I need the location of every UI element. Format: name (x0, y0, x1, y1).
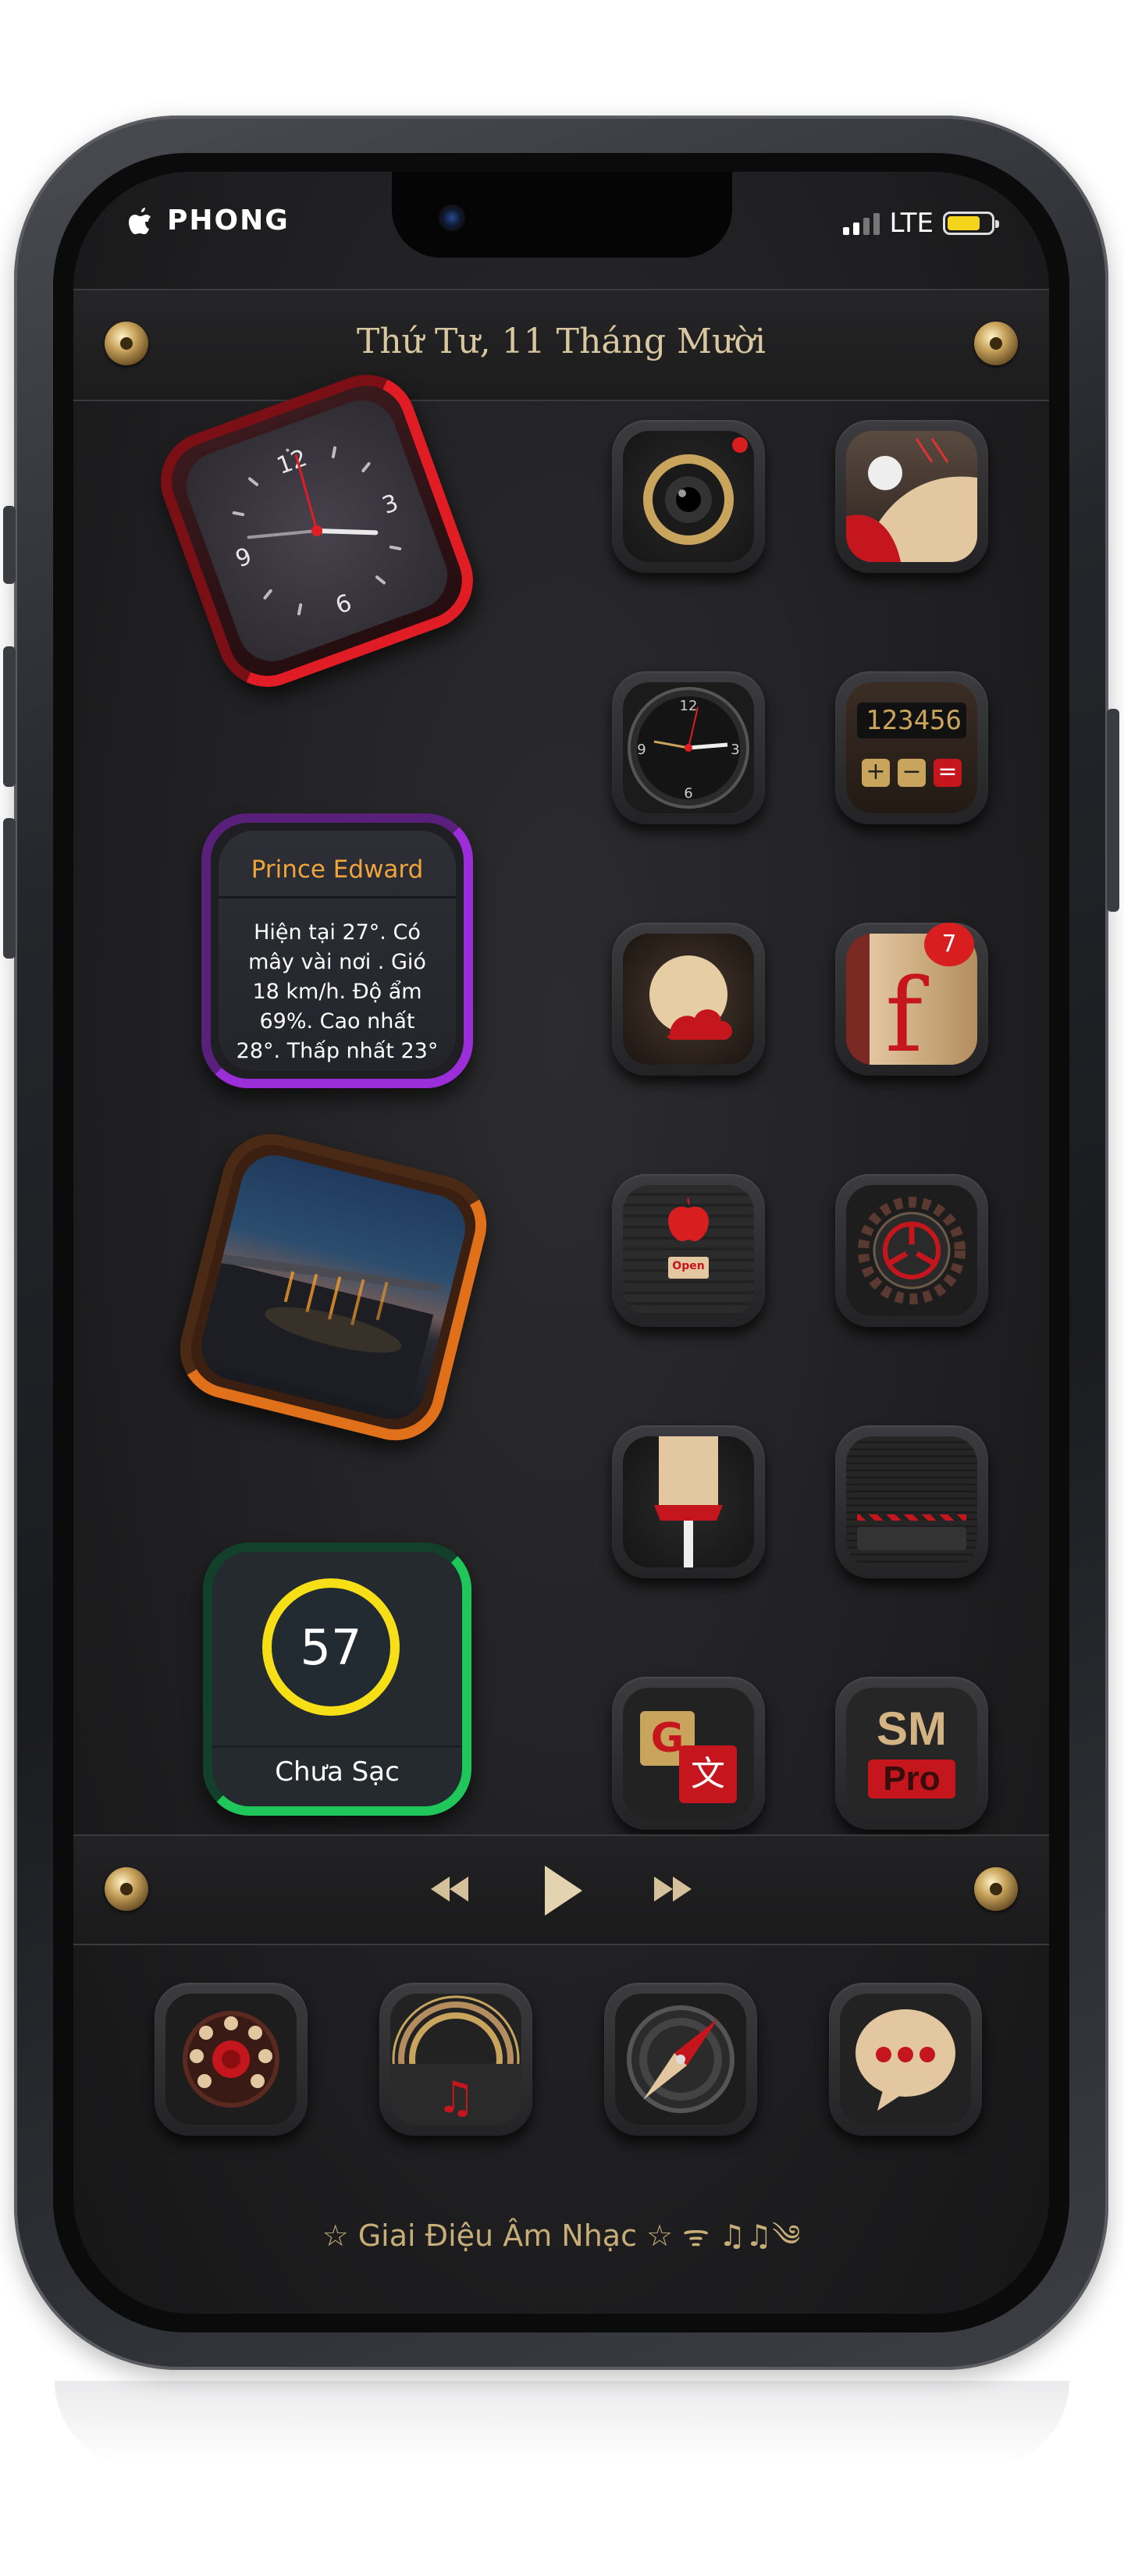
calculator-app[interactable]: 123456 + − = (835, 671, 988, 824)
home-screen: PHONG LTE Thứ Tư, 11 Tháng Mười 12 3 6 9… (73, 172, 1049, 2314)
rivet-icon (974, 1867, 1018, 1911)
paint-brush-icon (623, 1436, 754, 1567)
music-app[interactable]: ♫ (379, 1983, 532, 2136)
weather-app[interactable] (612, 923, 765, 1076)
status-bar-right: LTE (843, 208, 999, 239)
clock-number: 12 (273, 444, 311, 480)
app-store-app[interactable]: Open (612, 1174, 765, 1327)
mute-switch (3, 506, 16, 584)
game-ball-icon (846, 431, 977, 562)
status-bar-left: PHONG (128, 205, 290, 237)
paint-app[interactable] (612, 1425, 765, 1578)
volume-down-button (3, 818, 16, 959)
clock-app[interactable]: 12 3 6 9 (612, 671, 765, 824)
svg-text:♫: ♫ (436, 2073, 475, 2123)
svg-text:9: 9 (637, 742, 646, 758)
translate-icon: G 文 (623, 1688, 754, 1819)
camera-app[interactable] (612, 420, 765, 573)
battery-percentage: 57 (262, 1578, 400, 1716)
clock-number: 6 (332, 589, 355, 620)
settings-gear-icon (846, 1185, 977, 1316)
music-control-bar (73, 1834, 1049, 1945)
calculator-icon: 123456 + − = (846, 682, 977, 813)
apple-logo-icon (129, 207, 151, 234)
volume-up-button (3, 646, 16, 787)
play-icon[interactable] (534, 1859, 589, 1922)
sm-pro-icon: SM Pro (846, 1688, 977, 1819)
sm-pro-app[interactable]: SM Pro (835, 1677, 988, 1830)
facebook-icon: f 7 (846, 923, 977, 1066)
phone-frame: PHONG LTE Thứ Tư, 11 Tháng Mười 12 3 6 9… (3, 116, 1119, 2370)
carrier-name: PHONG (167, 205, 290, 237)
app-store-icon: Open (623, 1185, 754, 1316)
photo-widget[interactable] (169, 1123, 497, 1451)
safari-app[interactable] (604, 1983, 757, 2136)
rivet-icon (105, 1867, 148, 1911)
date-label: Thứ Tư, 11 Tháng Mười (356, 322, 766, 361)
svg-text:3: 3 (731, 742, 739, 758)
phone-reflection (55, 2381, 1069, 2467)
weather-description: Hiện tại 27°. Có mây vài nơi . Gió 18 km… (236, 920, 439, 1063)
video-editor-icon (846, 1436, 977, 1567)
clock-number: 3 (379, 489, 402, 520)
svg-text:12: 12 (680, 698, 698, 714)
calculator-display: 123456 (857, 703, 966, 738)
rewind-icon[interactable] (426, 1866, 473, 1912)
clock-app-icon: 12 3 6 9 (623, 682, 754, 813)
phone-rotary-icon (165, 1994, 297, 2125)
dock-caption: ☆ Giai Điệu Âm Nhạc ☆ ᯤ ♫♫༄ (322, 2218, 801, 2253)
battery-widget[interactable]: 57 Chưa Sạc (203, 1542, 471, 1816)
phone-bezel: PHONG LTE Thứ Tư, 11 Tháng Mười 12 3 6 9… (53, 153, 1069, 2332)
messages-app[interactable] (829, 1983, 982, 2136)
weather-city: Prince Edward (251, 856, 424, 884)
translate-app[interactable]: G 文 (612, 1677, 765, 1830)
pro-label: Pro (868, 1759, 955, 1799)
sm-label: SM (877, 1703, 947, 1755)
notification-badge: 7 (924, 923, 974, 966)
compass-icon (615, 1994, 746, 2125)
camera-icon (623, 431, 754, 562)
battery-icon (943, 212, 999, 235)
weather-icon (623, 934, 754, 1065)
video-editor-app[interactable] (835, 1425, 988, 1578)
fast-forward-icon[interactable] (649, 1866, 696, 1912)
translate-glyph: 文 (679, 1745, 737, 1803)
power-button (1107, 709, 1119, 912)
charging-status: Chưa Sạc (275, 1756, 400, 1788)
svg-text:6: 6 (684, 785, 692, 802)
clock-widget[interactable]: 12 3 6 9 (147, 361, 487, 701)
weather-widget[interactable]: Prince Edward Hiện tại 27°. Có mây vài n… (201, 813, 473, 1088)
clock-number: 9 (232, 543, 255, 573)
open-sign: Open (672, 1260, 705, 1272)
signal-icon (843, 212, 880, 235)
music-record-icon: ♫ (390, 1994, 521, 2125)
facebook-app[interactable]: f 7 (835, 923, 988, 1076)
phone-app[interactable] (155, 1983, 308, 2136)
date-bar: Thứ Tư, 11 Tháng Mười (73, 289, 1049, 401)
messages-icon (840, 1994, 971, 2125)
game-app[interactable] (835, 420, 988, 573)
front-camera (439, 205, 465, 231)
settings-app[interactable] (835, 1174, 988, 1327)
network-type: LTE (889, 208, 934, 239)
